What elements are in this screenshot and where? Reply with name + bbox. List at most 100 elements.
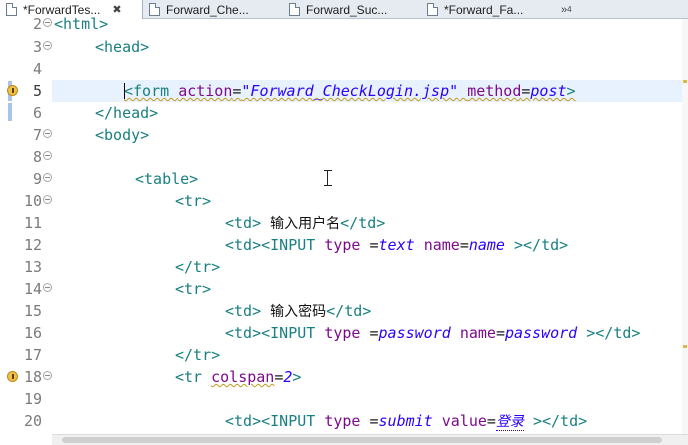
attr-name: name <box>459 324 496 342</box>
code-line: 2 <html> <box>0 13 688 35</box>
code-line-current: 5 <form action="Forward_CheckLogin.jsp" … <box>0 80 688 102</box>
code-line: 11 <td> 输入用户名</td> <box>0 212 688 234</box>
code-line: 6 </head> <box>0 102 688 124</box>
code-line: 18 <tr colspan=2> <box>0 366 688 388</box>
equals-sign: = <box>360 236 379 254</box>
head-tag: <head> <box>95 38 150 56</box>
tr-tag: <tr> <box>175 192 212 210</box>
attr-type: type <box>324 324 361 342</box>
fold-toggle-icon[interactable] <box>43 41 52 50</box>
code-line: 16 <td><INPUT type =password name=passwo… <box>0 322 688 344</box>
attr-value-method: post <box>530 82 567 100</box>
attr-value-name: password <box>504 324 578 342</box>
td-tag-close: </td> <box>326 302 372 320</box>
attr-value-submit: 登录 <box>495 414 524 431</box>
line-number: 11 <box>23 214 42 232</box>
line-number: 4 <box>32 60 42 78</box>
tr-tag: <tr> <box>175 280 212 298</box>
equals-sign: = <box>486 412 496 430</box>
line-number: 15 <box>23 302 42 320</box>
td-text: 输入用户名 <box>270 216 341 232</box>
code-line: 3 <head> <box>0 36 688 58</box>
code-line: 14 <tr> <box>0 278 688 300</box>
tr-tag-close: > <box>292 368 302 386</box>
equals-sign: = <box>360 324 379 342</box>
input-tag-close: ></td> <box>504 236 569 254</box>
overview-warning-marker[interactable] <box>683 80 687 83</box>
attr-type: type <box>324 236 361 254</box>
line-number: 2 <box>32 15 42 33</box>
attr-method: method <box>467 82 522 100</box>
fold-toggle-icon[interactable] <box>43 129 52 138</box>
code-line: 19 <box>0 388 688 410</box>
input-tag-open: <td><INPUT <box>225 236 325 254</box>
input-tag-open: <td><INPUT <box>225 324 325 342</box>
fold-toggle-icon[interactable] <box>43 151 52 160</box>
horizontal-scrollbar[interactable] <box>52 434 688 445</box>
attr-name: name <box>423 236 460 254</box>
attr-value-type: submit <box>378 412 433 430</box>
overview-warning-marker[interactable] <box>683 345 687 348</box>
head-close-tag: </head> <box>95 104 159 122</box>
tr-close-tag: </tr> <box>175 258 221 276</box>
attr-value-name: name <box>468 236 505 254</box>
body-tag: <body> <box>95 126 150 144</box>
line-number: 9 <box>32 170 42 188</box>
attr-action: action <box>178 82 233 100</box>
fold-toggle-icon[interactable] <box>43 283 52 292</box>
table-tag: <table> <box>135 170 199 188</box>
code-line: 13 </tr> <box>0 256 688 278</box>
td-text: 输入密码 <box>270 304 327 320</box>
td-tag-open: <td> <box>225 214 262 232</box>
equals-sign: = <box>360 412 379 430</box>
text-cursor-icon <box>324 170 332 186</box>
line-number: 5 <box>32 82 42 100</box>
tr-tag-open: <tr <box>175 368 212 386</box>
attr-value: value <box>441 412 487 430</box>
code-line: 15 <td> 输入密码</td> <box>0 300 688 322</box>
attr-type: type <box>324 412 361 430</box>
code-line: 8 <box>0 146 688 168</box>
equals-sign: = <box>459 236 469 254</box>
fold-toggle-icon[interactable] <box>43 195 52 204</box>
line-number: 7 <box>32 126 42 144</box>
form-tag-close: > <box>566 82 576 100</box>
line-number: 6 <box>32 104 42 122</box>
horizontal-scroll-thumb[interactable] <box>62 437 662 443</box>
line-number: 8 <box>32 148 42 166</box>
code-line: 7 <body> <box>0 124 688 146</box>
line-number: 10 <box>23 192 42 210</box>
input-tag-close: ></td> <box>523 412 588 430</box>
attr-value-type: text <box>378 236 415 254</box>
line-number: 17 <box>23 346 42 364</box>
attr-value-action: "Forward_CheckLogin.jsp" <box>241 82 459 100</box>
line-number: 16 <box>23 324 42 342</box>
attr-value-type: password <box>378 324 451 342</box>
html-tag: <html> <box>54 15 109 33</box>
line-number: 14 <box>23 280 42 298</box>
line-number: 13 <box>23 258 42 276</box>
code-line: 20 <td><INPUT type =submit value=登录 ></t… <box>0 410 688 432</box>
line-number: 12 <box>23 236 42 254</box>
equals-sign: = <box>495 324 505 342</box>
td-tag-close: </td> <box>340 214 386 232</box>
code-line: 9 <table> <box>0 168 688 190</box>
code-line: 17 </tr> <box>0 344 688 366</box>
text-caret <box>124 83 125 99</box>
code-line: 4 <box>0 58 688 80</box>
line-number: 3 <box>32 38 42 56</box>
attr-colspan: colspan <box>211 368 275 386</box>
fold-toggle-icon[interactable] <box>43 18 52 27</box>
line-number: 20 <box>23 412 42 430</box>
line-number: 19 <box>23 390 42 408</box>
td-tag-open: <td> <box>225 302 262 320</box>
fold-toggle-icon[interactable] <box>43 173 52 182</box>
form-tag-open: <form <box>124 82 179 100</box>
tr-close-tag: </tr> <box>175 346 221 364</box>
line-number: 18 <box>23 368 42 386</box>
fold-toggle-icon[interactable] <box>43 371 52 380</box>
input-tag-close: ></td> <box>577 324 641 342</box>
code-line: 12 <td><INPUT type =text name=name ></td… <box>0 234 688 256</box>
input-tag-open: <td><INPUT <box>225 412 325 430</box>
vertical-scrollbar[interactable] <box>682 19 688 434</box>
